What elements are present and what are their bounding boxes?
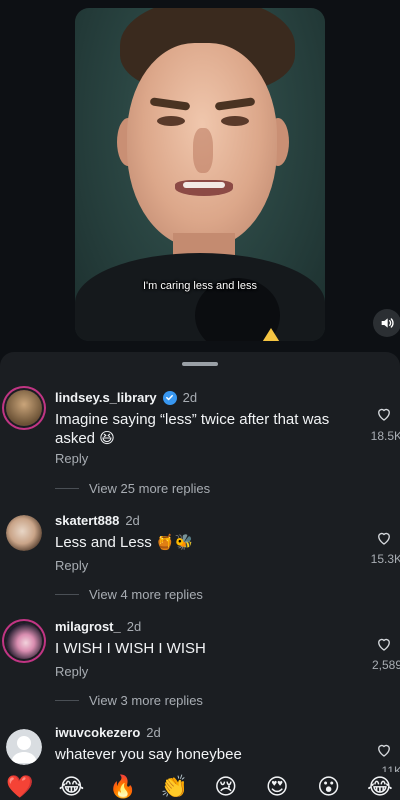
divider-line: [55, 594, 79, 595]
comment-header: milagrost_ 2d: [55, 619, 141, 634]
view-more-replies-button[interactable]: View 25 more replies: [55, 481, 210, 496]
view-more-replies-label: View 4 more replies: [89, 587, 203, 602]
divider-line: [55, 488, 79, 489]
comment-username[interactable]: lindsey.s_library: [55, 390, 157, 405]
comment-time: 2d: [126, 619, 142, 634]
reply-button[interactable]: Reply: [55, 558, 88, 573]
emoji-laughing-button[interactable]: 😂: [360, 774, 400, 800]
emoji-sad-button[interactable]: 😢: [206, 774, 246, 800]
comment-text: Imagine saying “less” twice after that w…: [55, 411, 330, 447]
like-count: 2,589: [371, 658, 400, 672]
view-more-replies-label: View 3 more replies: [89, 693, 203, 708]
reply-button[interactable]: Reply: [55, 451, 88, 466]
heart-icon[interactable]: [375, 741, 393, 759]
video-area: I'm caring less and less: [0, 0, 400, 352]
drag-handle[interactable]: [182, 362, 218, 366]
comment-text: Less and Less 🍯🐝: [55, 534, 194, 551]
comments-sheet: lindsey.s_library 2d Imagine saying “les…: [0, 352, 400, 800]
comment-header: lindsey.s_library 2d: [55, 390, 197, 405]
avatar[interactable]: [6, 623, 42, 659]
divider-line: [55, 700, 79, 701]
view-more-replies-label: View 25 more replies: [89, 481, 211, 496]
heart-icon[interactable]: [375, 635, 393, 653]
comment-username[interactable]: skatert888: [55, 513, 119, 528]
comment-time: 2d: [125, 513, 140, 528]
comment-item: lindsey.s_library 2d Imagine saying “les…: [0, 388, 400, 528]
speaker-icon: [381, 318, 394, 328]
comment-username[interactable]: milagrost_: [55, 619, 121, 634]
avatar-image: [6, 729, 42, 765]
comment-header: skatert888 2d: [55, 513, 140, 528]
emoji-heart-eyes-button[interactable]: 😍: [257, 774, 297, 800]
video-eye: [221, 116, 249, 126]
avatar[interactable]: [6, 729, 42, 765]
video-teeth: [183, 182, 225, 188]
comment-time: 2d: [182, 390, 198, 405]
comment-text: I WISH I WISH I WISH: [55, 640, 206, 657]
avatar-image: [6, 623, 42, 659]
comment-username[interactable]: iwuvcokezero: [55, 725, 140, 740]
view-more-replies-button[interactable]: View 3 more replies: [55, 693, 203, 708]
avatar-image: [6, 390, 42, 426]
emoji-surprised-button[interactable]: 😮: [309, 774, 349, 800]
comment-time: 2d: [146, 725, 161, 740]
sound-toggle-button[interactable]: [373, 309, 400, 337]
comment-item: milagrost_ 2d I WISH I WISH I WISH Reply…: [0, 619, 400, 729]
emoji-joy-button[interactable]: 😂: [51, 774, 91, 800]
video-eye: [157, 116, 185, 126]
heart-icon[interactable]: [375, 405, 393, 423]
emoji-reaction-bar: ❤️ 😂 🔥 👏 😢 😍 😮 😂: [0, 774, 400, 800]
heart-icon[interactable]: [375, 529, 393, 547]
verified-badge-icon: [162, 390, 177, 405]
video-yellow-shape: [261, 328, 281, 341]
emoji-clap-button[interactable]: 👏: [154, 774, 194, 800]
emoji-heart-button[interactable]: ❤️: [0, 774, 40, 800]
avatar[interactable]: [6, 390, 42, 426]
like-count: 15.3K: [370, 552, 400, 566]
reply-button[interactable]: Reply: [55, 664, 88, 679]
like-count: 18.5K: [370, 429, 400, 443]
view-more-replies-button[interactable]: View 4 more replies: [55, 587, 203, 602]
emoji-fire-button[interactable]: 🔥: [103, 774, 143, 800]
video-caption: I'm caring less and less: [143, 280, 257, 292]
like-count: 11K: [381, 764, 400, 772]
video-nose: [193, 128, 213, 173]
default-user-icon: [11, 736, 37, 763]
comment-header: iwuvcokezero 2d: [55, 725, 161, 740]
comment-text: whatever you say honeybee: [55, 746, 242, 763]
comment-item: skatert888 2d Less and Less 🍯🐝 Reply 15.…: [0, 513, 400, 623]
avatar-image: [6, 515, 42, 551]
avatar[interactable]: [6, 515, 42, 551]
